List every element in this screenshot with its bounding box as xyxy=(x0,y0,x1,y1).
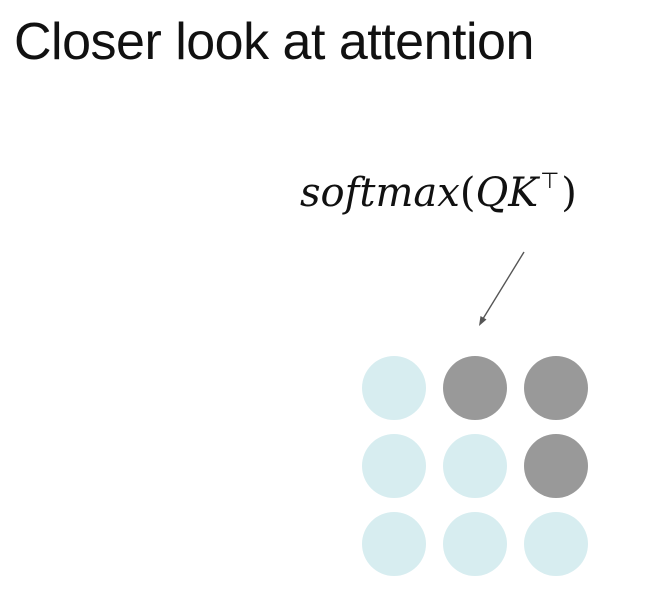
arrow-head xyxy=(479,316,487,326)
matrix-cell-visible xyxy=(362,512,426,576)
matrix-cell-masked xyxy=(524,356,588,420)
arrow-shaft xyxy=(480,251,525,323)
matrix-cell-visible xyxy=(362,356,426,420)
formula-func: softmax xyxy=(300,170,460,216)
matrix-cell-visible xyxy=(443,512,507,576)
attention-matrix xyxy=(362,356,598,586)
matrix-cell-visible xyxy=(362,434,426,498)
pointer-arrow-icon xyxy=(479,251,525,326)
matrix-cell-visible xyxy=(524,512,588,576)
formula-q: Q xyxy=(475,170,509,216)
formula-transpose-symbol: ⊤ xyxy=(540,169,560,194)
slide-title: Closer look at attention xyxy=(14,13,534,71)
formula-open-paren: ( xyxy=(459,170,476,216)
matrix-cell-visible xyxy=(443,434,507,498)
matrix-cell-masked xyxy=(443,356,507,420)
formula-close-paren: ) xyxy=(561,170,577,216)
matrix-cell-masked xyxy=(524,434,588,498)
formula-k: K xyxy=(508,170,539,216)
softmax-formula: softmax(QK⊤) xyxy=(300,165,577,228)
